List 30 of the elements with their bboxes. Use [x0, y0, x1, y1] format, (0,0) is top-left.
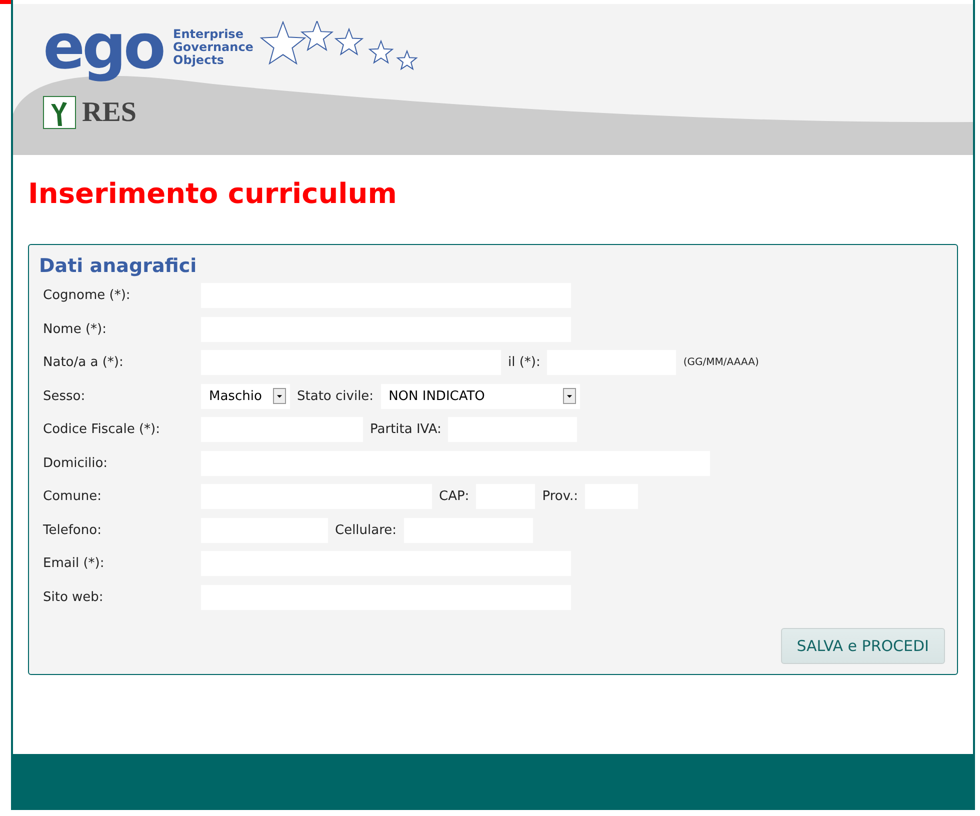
section-title: Dati anagrafici — [39, 255, 197, 277]
format-hint: (GG/MM/AAAA) — [683, 357, 759, 368]
field-label: Partita IVA: — [370, 422, 442, 438]
save-button[interactable]: SALVA e PROCEDI — [780, 628, 945, 664]
field-label: Codice Fiscale (*): — [42, 422, 161, 438]
field-label: Cognome (*): — [42, 288, 132, 304]
field-label: il (*): — [508, 355, 540, 370]
field-label: CAP: — [439, 489, 470, 504]
field-label: Stato civile: — [297, 388, 374, 404]
field-label: Domicilio: — [42, 456, 109, 471]
field-label: Cellulare: — [335, 522, 397, 538]
dropdown[interactable]: Maschio — [201, 384, 290, 409]
field-label: Telefono: — [42, 522, 102, 538]
field-label: Comune: — [42, 489, 103, 504]
field-label: Nato/a a (*): — [42, 355, 124, 370]
field-label: Email (*): — [42, 556, 106, 572]
tree-icon — [43, 96, 76, 129]
logo-tagline: Enterprise — [173, 28, 244, 40]
field-label: Prov.: — [542, 489, 578, 504]
dropdown[interactable]: NON INDICATO — [380, 384, 580, 409]
field-label: Sito web: — [42, 590, 104, 605]
field-label: Sesso: — [42, 388, 86, 404]
page-title: Inserimento curriculum — [28, 177, 398, 210]
field-label: Nome (*): — [42, 322, 108, 337]
partner-logo: RES — [82, 96, 136, 128]
logo-wordmark: ego — [43, 12, 164, 82]
caret-icon — [562, 388, 576, 404]
logo-tagline: Governance — [173, 40, 254, 54]
logo-tagline: Objects — [173, 54, 226, 66]
caret-icon — [273, 388, 286, 404]
